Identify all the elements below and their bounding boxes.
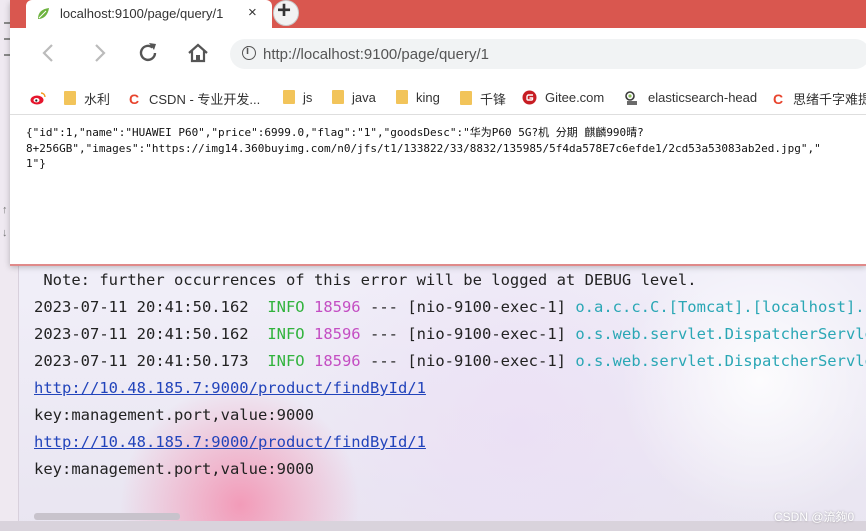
folder-icon	[332, 89, 344, 104]
bookmark-folder-shuili[interactable]: 水利	[64, 89, 110, 107]
bookmark-gitee[interactable]: Gitee.com	[522, 89, 604, 107]
browser-window: localhost:9100/page/query/1 × + http://l…	[10, 0, 866, 264]
site-info-icon[interactable]	[242, 45, 256, 60]
bookmark-folder-js[interactable]: js	[283, 89, 312, 107]
log-pid: 18596	[313, 325, 361, 343]
csdn-watermark: CSDN @流夠0	[774, 510, 855, 524]
console-link[interactable]: http://10.48.185.7:9000/product/findById…	[34, 433, 426, 453]
log-line: 2023-07-11 20:41:50.162 INFO 18596 --- […	[34, 325, 866, 345]
log-time: 2023-07-11 20:41:50.162	[34, 298, 249, 316]
home-icon[interactable]	[185, 40, 211, 66]
folder-icon	[396, 89, 408, 104]
elasticsearch-icon	[625, 90, 637, 105]
forward-arrow-icon[interactable]	[86, 40, 112, 66]
log-thread: [nio-9100-exec-1]	[407, 352, 566, 370]
log-separator: ---	[370, 325, 398, 343]
horizontal-scrollbar-thumb[interactable]	[34, 513, 180, 520]
bookmarks-bar: 水利 C CSDN - 专业开发... js java king 千锋 Gitee…	[10, 80, 866, 115]
tab-strip: localhost:9100/page/query/1 × +	[10, 0, 866, 28]
new-tab-button[interactable]: +	[273, 0, 299, 26]
log-time: 2023-07-11 20:41:50.173	[34, 352, 249, 370]
json-line: 1"}	[26, 157, 46, 170]
browser-toolbar: http://localhost:9100/page/query/1	[10, 28, 866, 80]
spring-leaf-icon	[38, 8, 49, 19]
tab-close-icon[interactable]: ×	[248, 4, 257, 21]
scroll-up-arrow-icon[interactable]: ↑	[2, 205, 8, 216]
log-level: INFO	[267, 325, 305, 343]
bookmark-elasticsearch-head[interactable]: elasticsearch-head	[624, 89, 757, 107]
log-separator: ---	[370, 298, 398, 316]
ide-bottom-bar	[0, 521, 866, 531]
bookmark-csdn-blog[interactable]: C 思绪千字难提	[771, 89, 866, 107]
csdn-icon: C	[771, 90, 785, 107]
log-separator: ---	[370, 352, 398, 370]
back-arrow-icon[interactable]	[36, 40, 62, 66]
json-line: {"id":1,"name":"HUAWEI P60","price":6999…	[26, 126, 644, 139]
bookmark-weibo[interactable]	[30, 89, 54, 107]
tab-title: localhost:9100/page/query/1	[60, 6, 224, 21]
bookmark-folder-java[interactable]: java	[332, 89, 376, 107]
folder-icon	[283, 89, 295, 104]
page-content: {"id":1,"name":"HUAWEI P60","price":6999…	[10, 115, 866, 263]
log-thread: [nio-9100-exec-1]	[407, 298, 566, 316]
console-kv-line: key:management.port,value:9000	[34, 460, 314, 478]
log-thread: [nio-9100-exec-1]	[407, 325, 566, 343]
log-level: INFO	[267, 352, 305, 370]
log-pid: 18596	[313, 352, 361, 370]
log-line: 2023-07-11 20:41:50.173 INFO 18596 --- […	[34, 352, 866, 372]
plus-icon: +	[277, 0, 292, 24]
log-time: 2023-07-11 20:41:50.162	[34, 325, 249, 343]
bookmark-folder-qianfeng[interactable]: 千锋	[460, 89, 506, 107]
address-url: http://localhost:9100/page/query/1	[263, 46, 489, 63]
bookmark-csdn[interactable]: C CSDN - 专业开发...	[127, 89, 260, 107]
console-kv-line: key:management.port,value:9000	[34, 406, 314, 424]
console-link[interactable]: http://10.48.185.7:9000/product/findById…	[34, 379, 426, 399]
log-level: INFO	[267, 298, 305, 316]
browser-tab[interactable]: localhost:9100/page/query/1 ×	[26, 0, 272, 28]
gitee-icon	[522, 90, 537, 105]
log-logger: o.s.web.servlet.DispatcherServlet	[575, 352, 866, 370]
folder-icon	[64, 90, 76, 105]
folder-icon	[460, 90, 472, 105]
json-response: {"id":1,"name":"HUAWEI P60","price":6999…	[26, 125, 866, 172]
json-line: 8+256GB","images":"https://img14.360buyi…	[26, 141, 821, 155]
log-line: 2023-07-11 20:41:50.162 INFO 18596 --- […	[34, 298, 866, 318]
scroll-down-arrow-icon[interactable]: ↓	[2, 228, 8, 239]
log-logger: o.a.c.c.C.[Tomcat].[localhost].[/]	[575, 298, 866, 316]
console-note: Note: further occurrences of this error …	[34, 271, 697, 289]
log-logger: o.s.web.servlet.DispatcherServlet	[575, 325, 866, 343]
reload-icon[interactable]	[135, 40, 161, 66]
log-pid: 18596	[313, 298, 361, 316]
weibo-icon	[30, 91, 46, 105]
csdn-icon: C	[127, 90, 141, 107]
address-bar[interactable]: http://localhost:9100/page/query/1	[230, 39, 866, 69]
bookmark-folder-king[interactable]: king	[396, 89, 440, 107]
